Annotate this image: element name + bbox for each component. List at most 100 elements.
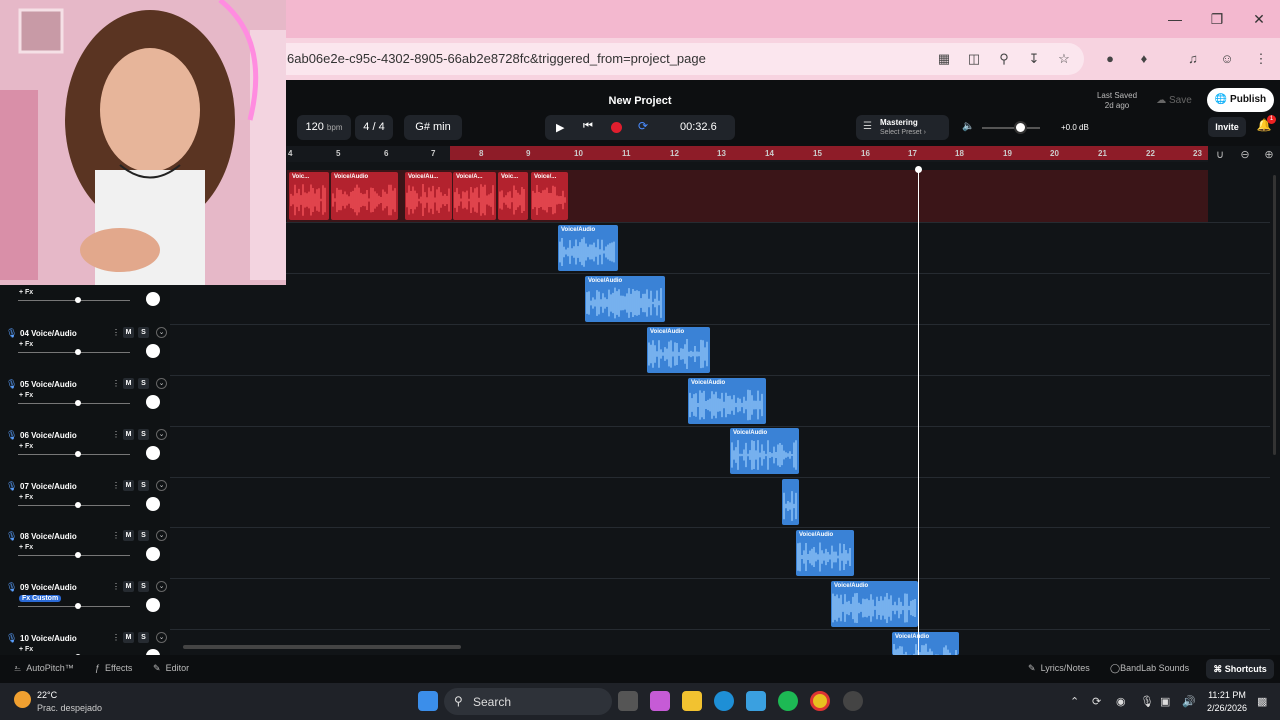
time-signature[interactable]: 4 / 4 [355, 115, 393, 140]
sync-icon[interactable]: ⟳ [1092, 695, 1101, 708]
save-button[interactable]: ☁ Save [1146, 90, 1202, 112]
autopitch-tab[interactable]: ⎁ AutoPitch™ [14, 663, 74, 674]
clock-time[interactable]: 11:21 PM [1205, 690, 1249, 700]
minimize-icon[interactable]: — [1163, 8, 1187, 30]
audio-clip-red[interactable]: Voice/Au... [405, 172, 452, 220]
audio-clip-blue[interactable] [782, 479, 799, 525]
media-icon[interactable]: ♫ [1184, 50, 1202, 68]
close-icon[interactable]: ✕ [1247, 8, 1271, 30]
track-volume-knob[interactable] [75, 451, 81, 457]
invite-button[interactable]: Invite [1208, 117, 1246, 137]
edge-icon[interactable] [714, 691, 734, 711]
track-menu-icon[interactable]: ⋮ [112, 582, 120, 591]
track-volume-knob[interactable] [75, 400, 81, 406]
monitor-icon[interactable]: ▣ [1160, 695, 1170, 708]
taskbar-search[interactable] [444, 688, 612, 715]
task-view-icon[interactable] [618, 691, 638, 711]
chevron-down-icon[interactable]: ⌄ [156, 530, 167, 541]
translate-icon[interactable]: ◫ [965, 50, 983, 68]
bpm-control[interactable]: 120 bpm [297, 115, 351, 140]
solo-button[interactable]: S [138, 581, 149, 592]
weather-temp[interactable]: 22°C [37, 690, 57, 700]
track-header[interactable]: 🎙 08 Voice/Audio ⋮ M S ⌄ + Fx [0, 528, 170, 579]
track-volume-knob[interactable] [75, 349, 81, 355]
mute-button[interactable]: M [123, 530, 134, 541]
fx-button[interactable]: + Fx [19, 341, 33, 348]
tray-app-icon[interactable]: ◉ [1116, 695, 1126, 708]
audio-clip-red[interactable]: Voice/... [531, 172, 568, 220]
audio-clip-red[interactable]: Voic... [289, 172, 329, 220]
notifications-icon[interactable]: ▩ [1257, 695, 1267, 708]
zoom-icon[interactable]: ⚲ [995, 50, 1013, 68]
chevron-down-icon[interactable]: ⌄ [156, 480, 167, 491]
install-icon[interactable]: ↧ [1025, 50, 1043, 68]
audio-clip-red[interactable]: Voice/A... [453, 172, 496, 220]
audio-clip-blue[interactable]: Voice/Audio [730, 428, 799, 474]
weather-desc[interactable]: Prac. despejado [37, 703, 102, 713]
spotify-icon[interactable] [778, 691, 798, 711]
pan-knob[interactable] [146, 446, 160, 460]
horizontal-scrollbar[interactable] [183, 645, 461, 649]
chevron-down-icon[interactable]: ⌄ [156, 429, 167, 440]
playhead-handle[interactable] [915, 166, 922, 173]
sounds-tab[interactable]: ◯BandLab Sounds [1110, 663, 1189, 674]
track-menu-icon[interactable]: ⋮ [112, 633, 120, 642]
weather-icon[interactable] [14, 691, 31, 708]
clock-date[interactable]: 2/26/2026 [1203, 703, 1251, 713]
solo-button[interactable]: S [138, 632, 149, 643]
loop-icon[interactable]: ⟳ [638, 119, 652, 133]
chevron-down-icon[interactable]: ⌄ [156, 327, 167, 338]
track-name[interactable]: 06 Voice/Audio [20, 431, 77, 440]
loop-region[interactable] [450, 146, 1208, 160]
play-icon[interactable]: ▶ [556, 121, 568, 134]
master-volume-knob[interactable] [1014, 121, 1027, 134]
url-text[interactable]: 6ab06e2e-c95c-4302-8905-66ab2e8728fc&tri… [287, 51, 706, 66]
audio-clip-blue[interactable]: Voice/Audio [558, 225, 618, 271]
editor-tab[interactable]: ✎ Editor [153, 663, 189, 674]
track-name[interactable]: 09 Voice/Audio [20, 583, 77, 592]
mic-tray-icon[interactable]: 🎙 [1140, 695, 1154, 708]
reader-icon[interactable]: ▦ [935, 50, 953, 68]
track-volume-knob[interactable] [75, 297, 81, 303]
extensions-puzzle-icon[interactable]: ♦ [1135, 50, 1153, 68]
project-title[interactable]: New Project [600, 95, 680, 107]
profile-avatar-icon[interactable]: ☺ [1218, 50, 1236, 68]
track-volume-slider[interactable] [18, 606, 130, 607]
solo-button[interactable]: S [138, 327, 149, 338]
track-volume-slider[interactable] [18, 454, 130, 455]
pan-knob[interactable] [146, 598, 160, 612]
track-header[interactable]: 🎙 09 Voice/Audio ⋮ M S ⌄ Fx Custom [0, 579, 170, 630]
extension-color-icon[interactable]: ● [1101, 50, 1119, 68]
pan-knob[interactable] [146, 395, 160, 409]
track-name[interactable]: 07 Voice/Audio [20, 482, 77, 491]
app-icon[interactable] [843, 691, 863, 711]
track-volume-knob[interactable] [75, 502, 81, 508]
skip-back-icon[interactable]: ⏮ [583, 120, 595, 133]
copilot-icon[interactable] [650, 691, 670, 711]
track-menu-icon[interactable]: ⋮ [112, 531, 120, 540]
fx-button[interactable]: + Fx [19, 646, 33, 653]
bookmark-star-icon[interactable]: ☆ [1055, 50, 1073, 68]
shortcuts-button[interactable]: ⌘ Shortcuts [1206, 659, 1274, 679]
mute-button[interactable]: M [123, 429, 134, 440]
chrome-icon[interactable] [810, 691, 830, 711]
track-name[interactable]: 05 Voice/Audio [20, 380, 77, 389]
track-menu-icon[interactable]: ⋮ [112, 328, 120, 337]
audio-clip-blue[interactable]: Voice/Audio [831, 581, 918, 627]
track-volume-knob[interactable] [75, 603, 81, 609]
audio-clip-blue[interactable]: Voice/Audio [892, 632, 959, 655]
publish-button[interactable]: 🌐 Publish [1207, 88, 1274, 112]
track-menu-icon[interactable]: ⋮ [112, 481, 120, 490]
track-volume-slider[interactable] [18, 403, 130, 404]
pan-knob[interactable] [146, 497, 160, 511]
track-header[interactable]: 🎙 06 Voice/Audio ⋮ M S ⌄ + Fx [0, 427, 170, 478]
mute-button[interactable]: M [123, 480, 134, 491]
master-volume-slider[interactable] [982, 127, 1040, 129]
pan-knob[interactable] [146, 292, 160, 306]
file-explorer-icon[interactable] [682, 691, 702, 711]
track-volume-slider[interactable] [18, 300, 130, 301]
fx-button[interactable]: Fx Custom [19, 595, 62, 602]
menu-dots-icon[interactable]: ⋮ [1252, 50, 1270, 68]
track-header[interactable]: + Fx [0, 285, 170, 325]
audio-clip-red[interactable]: Voice/Audio [331, 172, 398, 220]
